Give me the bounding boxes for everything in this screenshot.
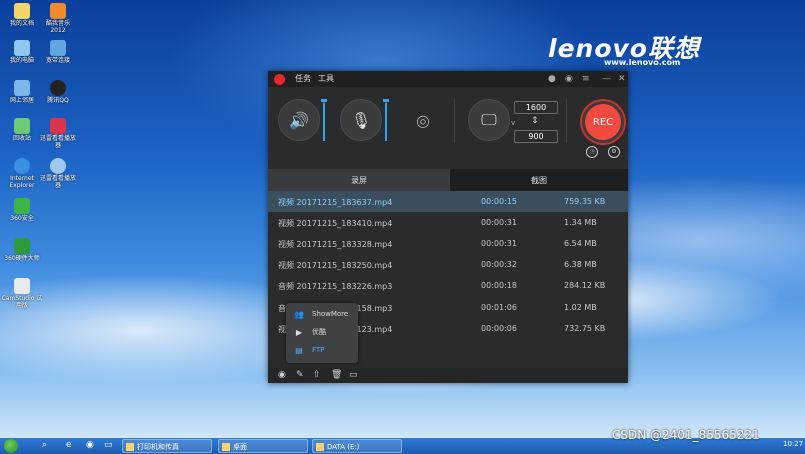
share-popup-menu: 👥 ShowMore ▶ 优酷 ▤ FTP xyxy=(286,303,358,363)
search-icon[interactable]: ⌕ xyxy=(42,440,54,452)
close-icon[interactable]: ✕ xyxy=(618,74,626,84)
file-row[interactable]: 视频 20171215_183250.mp4 00:00:32 6.38 MB xyxy=(268,254,628,275)
record-button[interactable]: REC xyxy=(582,101,624,143)
webcam-button[interactable]: ◎ xyxy=(402,99,444,141)
speaker-volume-slider[interactable] xyxy=(321,99,327,141)
player-icon xyxy=(50,118,66,134)
settings-icon[interactable]: ⚙ xyxy=(608,146,620,158)
delete-icon[interactable]: 🗑 xyxy=(331,370,342,380)
mic-volume-fill xyxy=(385,103,387,141)
printer-icon xyxy=(126,443,134,451)
mic-volume-slider[interactable] xyxy=(383,99,389,141)
ie-quicklaunch-icon[interactable]: e xyxy=(66,440,78,452)
clock: 10:27 xyxy=(783,440,804,448)
ftp-folder-icon: ▤ xyxy=(295,345,303,355)
screen-area-button[interactable]: 🖵 xyxy=(468,99,510,141)
divider xyxy=(566,99,567,143)
play-circle-icon: ▶ xyxy=(295,327,303,337)
upload-icon[interactable]: ⇧ xyxy=(313,370,321,380)
file-row[interactable]: 视频 20171215_183637.mp4 00:00:15 759.35 K… xyxy=(268,191,628,212)
desktop-icon-360[interactable]: 360安全 xyxy=(0,198,44,222)
desktop-icon-qq[interactable]: 腾讯QQ xyxy=(36,80,80,104)
tab-screenshot[interactable]: 截图 xyxy=(450,169,628,191)
folder-icon xyxy=(222,443,230,451)
file-row[interactable]: 视频 20171215_183328.mp4 00:00:31 6.54 MB xyxy=(268,233,628,254)
watermark: CSDN @2401_85565221 xyxy=(612,428,760,442)
bottom-toolbar: ◉ ✎ ⇧ 🗑 ▭ xyxy=(268,368,628,383)
microphone-button[interactable]: 🎙 xyxy=(340,99,382,141)
camstudio-icon xyxy=(14,278,30,294)
speaker-icon: 🔊 xyxy=(289,110,309,130)
recycle-bin-icon xyxy=(14,118,30,134)
network-icon xyxy=(50,40,66,56)
app-logo-icon xyxy=(274,74,285,85)
menu-tools[interactable]: 工具 xyxy=(318,73,334,84)
speaker-volume-fill xyxy=(323,103,325,141)
chevron-down-icon[interactable]: v xyxy=(511,118,515,128)
folder-icon xyxy=(14,3,30,19)
file-row[interactable]: 音频 20171215_183226.mp3 00:00:18 284.12 K… xyxy=(268,275,628,296)
menu-task[interactable]: 任务 xyxy=(295,73,311,84)
microphone-icon: 🎙 xyxy=(350,110,372,130)
desktop-icon-camstudio[interactable]: CamStudio 试 用版 xyxy=(0,278,44,309)
height-input[interactable]: 900 xyxy=(514,130,558,143)
ie-icon xyxy=(14,158,30,174)
desktop-icon-kuwo[interactable]: 酷我音乐 2012 xyxy=(36,3,80,34)
divider xyxy=(454,99,455,143)
title-bar: 任务 工具 ● ◉ ≡ — ✕ xyxy=(268,71,628,87)
menu-item-ftp[interactable]: ▤ FTP xyxy=(294,342,354,358)
qq-quicklaunch-icon[interactable]: ◉ xyxy=(86,440,98,452)
lenovo-url: www.lenovo.com xyxy=(604,58,681,67)
task-data-drive[interactable]: DATA (E:) xyxy=(312,439,402,453)
music-icon xyxy=(50,3,66,19)
recorder-window: 任务 工具 ● ◉ ≡ — ✕ 🔊 🎙 ◎ 🖵 v 1600 ⇕ 900 REC xyxy=(268,71,628,383)
file-row[interactable]: 视频 20171215_183410.mp4 00:00:31 1.34 MB xyxy=(268,212,628,233)
chat-icon[interactable]: ◉ xyxy=(565,74,573,84)
menu-item-showmore[interactable]: 👥 ShowMore xyxy=(294,306,354,322)
webcam-icon: ◎ xyxy=(416,110,430,130)
desktop: lenovo联想 www.lenovo.com 我的文档 酷我音乐 2012 我… xyxy=(0,0,805,438)
link-ratio-icon[interactable]: ⇕ xyxy=(531,116,539,126)
user-icon[interactable]: ● xyxy=(548,74,556,84)
folder-icon xyxy=(316,443,324,451)
minimize-icon[interactable]: — xyxy=(602,74,611,84)
desktop-icon-xunlei-1[interactable]: 迅雷看看播放 器 xyxy=(36,118,80,149)
qq-penguin-icon xyxy=(50,80,66,96)
hardware-icon xyxy=(14,238,30,254)
brush-icon[interactable]: ✎ xyxy=(296,370,304,380)
task-printers[interactable]: 打印机和传真 xyxy=(122,439,212,453)
menu-icon[interactable]: ≡ xyxy=(582,74,590,84)
desktop-icon-360-hardware[interactable]: 360硬件大师 xyxy=(0,238,44,262)
desktop-icon-broadband[interactable]: 宽带连接 xyxy=(36,40,80,64)
monitor-icon: 🖵 xyxy=(481,110,497,129)
task-desktop[interactable]: 桌面 xyxy=(218,439,308,453)
computer-icon xyxy=(14,40,30,56)
showmore-icon: 👥 xyxy=(294,309,304,319)
speaker-button[interactable]: 🔊 xyxy=(278,99,320,141)
mic-volume-handle[interactable] xyxy=(383,99,389,102)
eye-icon[interactable]: ◉ xyxy=(278,370,286,380)
width-input[interactable]: 1600 xyxy=(514,101,558,114)
clock-icon[interactable]: ◷ xyxy=(586,146,598,158)
shield-icon xyxy=(14,198,30,214)
start-button[interactable] xyxy=(4,439,18,453)
desktop-icon-xunlei-2[interactable]: 迅雷看看播放 器 xyxy=(36,158,80,189)
speaker-volume-handle[interactable] xyxy=(321,99,327,102)
network-places-icon xyxy=(14,80,30,96)
desktop-quicklaunch-icon[interactable]: ▭ xyxy=(104,440,116,452)
player-icon xyxy=(50,158,66,174)
open-folder-icon[interactable]: ▭ xyxy=(349,370,358,380)
tab-screen-record[interactable]: 录屏 xyxy=(268,169,450,191)
menu-item-youku[interactable]: ▶ 优酷 xyxy=(294,324,354,340)
